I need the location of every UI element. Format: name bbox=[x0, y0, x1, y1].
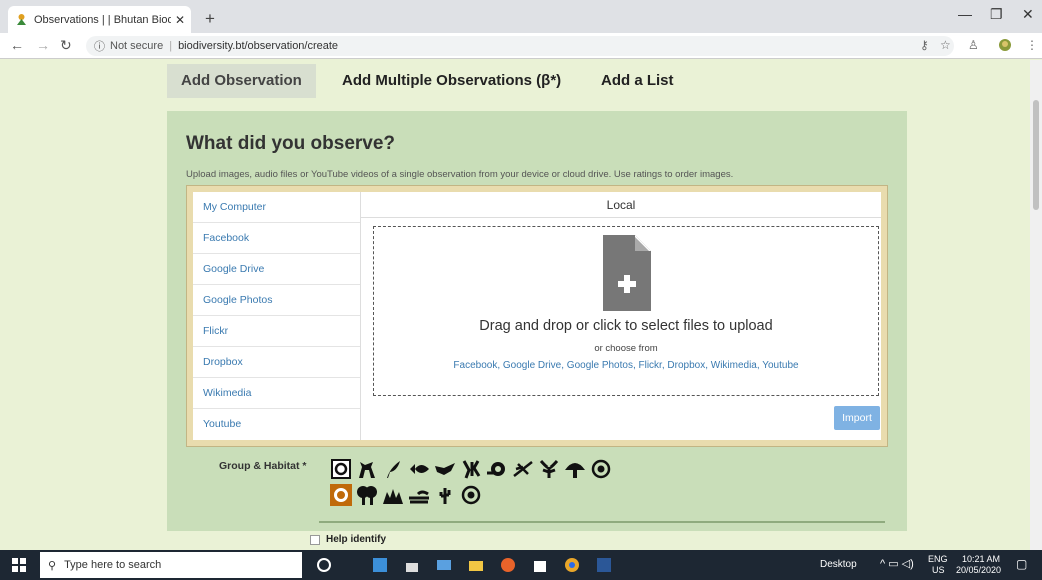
key-icon[interactable]: ⚷ bbox=[920, 38, 929, 52]
minimize-icon[interactable]: — bbox=[958, 6, 972, 22]
observation-panel: What did you observe? Upload images, aud… bbox=[167, 111, 907, 531]
url-text: biodiversity.bt/observation/create bbox=[178, 40, 339, 52]
help-identify-row[interactable]: Help identify bbox=[310, 534, 386, 545]
local-header: Local bbox=[361, 192, 881, 218]
group-habitat-selector bbox=[319, 453, 885, 523]
help-identify-label: Help identify bbox=[326, 534, 387, 545]
firefox-icon[interactable] bbox=[500, 557, 516, 573]
back-arrow-icon[interactable]: ← bbox=[10, 37, 24, 53]
fungi-icon[interactable] bbox=[563, 457, 587, 481]
store-bag-icon[interactable] bbox=[532, 557, 548, 573]
taskbar-search-placeholder: Type here to search bbox=[64, 559, 162, 571]
tab-close-icon[interactable]: ✕ bbox=[175, 13, 185, 27]
address-bar[interactable]: ⓘ Not secure | biodiversity.bt/observati… bbox=[86, 36, 954, 56]
cortana-icon[interactable] bbox=[316, 557, 332, 573]
notification-icon[interactable]: ▢ bbox=[1016, 557, 1027, 571]
source-google-drive[interactable]: Google Drive bbox=[193, 254, 360, 285]
dragonfly-icon[interactable] bbox=[511, 457, 535, 481]
clock-time[interactable]: 10:21 AM bbox=[962, 554, 1000, 564]
grassland-icon[interactable] bbox=[381, 483, 405, 507]
plant-icon[interactable] bbox=[381, 457, 405, 481]
extension-icon[interactable]: ♙ bbox=[968, 38, 979, 52]
panel-title: What did you observe? bbox=[186, 133, 396, 154]
clock-date[interactable]: 20/05/2020 bbox=[956, 565, 1001, 575]
all-icon[interactable] bbox=[329, 457, 353, 481]
system-tray-icons[interactable]: ^ ▭ ◁) bbox=[880, 557, 914, 570]
menu-dots-icon[interactable]: ⋮ bbox=[1026, 38, 1038, 52]
help-identify-checkbox[interactable] bbox=[310, 534, 320, 545]
mammal-icon[interactable] bbox=[355, 457, 379, 481]
habitat-icons bbox=[329, 483, 483, 507]
other-icon[interactable] bbox=[589, 457, 613, 481]
upload-widget: My Computer Facebook Google Drive Google… bbox=[186, 185, 888, 447]
import-button[interactable]: Import bbox=[834, 406, 880, 430]
group-icons bbox=[329, 457, 613, 481]
new-tab-button[interactable]: + bbox=[200, 9, 220, 29]
forest-icon[interactable] bbox=[355, 483, 379, 507]
tab-add-observation[interactable]: Add Observation bbox=[167, 64, 316, 98]
windows-taskbar: ⚲ Type here to search Desktop ^ ▭ ◁) ENG… bbox=[0, 550, 1042, 580]
insect-icon[interactable] bbox=[459, 457, 483, 481]
cloud-source-links[interactable]: Facebook, Google Drive, Google Photos, F… bbox=[374, 360, 878, 371]
bird-icon[interactable] bbox=[433, 457, 457, 481]
tab-title: Observations | | Bhutan Biodivers bbox=[34, 13, 171, 26]
address-toolbar: ← → ↻ ⓘ Not secure | biodiversity.bt/obs… bbox=[0, 33, 1042, 59]
browser-tab[interactable]: Observations | | Bhutan Biodivers ✕ bbox=[8, 6, 191, 33]
windows-start-icon[interactable] bbox=[12, 558, 26, 577]
source-facebook[interactable]: Facebook bbox=[193, 223, 360, 254]
file-add-icon bbox=[603, 235, 651, 316]
arthropod-icon[interactable] bbox=[537, 457, 561, 481]
source-wikimedia[interactable]: Wikimedia bbox=[193, 378, 360, 409]
drop-zone[interactable]: Drag and drop or click to select files t… bbox=[373, 226, 879, 396]
all-habitat-icon[interactable] bbox=[329, 483, 353, 507]
reload-icon[interactable]: ↻ bbox=[60, 37, 72, 54]
desert-icon[interactable] bbox=[433, 483, 457, 507]
fish-icon[interactable] bbox=[407, 457, 431, 481]
bookmark-star-icon[interactable]: ☆ bbox=[940, 38, 951, 52]
source-flickr[interactable]: Flickr bbox=[193, 316, 360, 347]
chrome-icon[interactable] bbox=[564, 557, 580, 573]
forward-arrow-icon[interactable]: → bbox=[36, 37, 50, 53]
security-label: Not secure bbox=[110, 40, 164, 52]
window-close-icon[interactable]: ✕ bbox=[1022, 6, 1034, 23]
search-icon: ⚲ bbox=[48, 559, 57, 572]
lang-us[interactable]: US bbox=[932, 565, 945, 575]
site-favicon-icon bbox=[14, 13, 28, 27]
scrollbar-thumb[interactable] bbox=[1033, 100, 1039, 210]
browser-tab-bar: Observations | | Bhutan Biodivers ✕ + — … bbox=[0, 0, 1042, 33]
source-google-photos[interactable]: Google Photos bbox=[193, 285, 360, 316]
other-habitat-icon[interactable] bbox=[459, 483, 483, 507]
source-dropbox[interactable]: Dropbox bbox=[193, 347, 360, 378]
desktop-label[interactable]: Desktop bbox=[820, 559, 857, 570]
file-explorer-icon[interactable] bbox=[468, 557, 484, 573]
source-list: My Computer Facebook Google Drive Google… bbox=[193, 192, 361, 440]
word-icon[interactable] bbox=[596, 557, 612, 573]
tab-add-multiple-observations[interactable]: Add Multiple Observations (β*) bbox=[328, 64, 575, 98]
network-app-icon[interactable] bbox=[404, 557, 420, 573]
panel-subtitle: Upload images, audio files or YouTube vi… bbox=[186, 169, 734, 180]
divider: | bbox=[169, 40, 173, 52]
group-habitat-label: Group & Habitat * bbox=[219, 460, 307, 472]
store-app-icon[interactable] bbox=[372, 557, 388, 573]
taskbar-search-box[interactable]: ⚲ Type here to search bbox=[40, 552, 302, 578]
lang-eng[interactable]: ENG bbox=[928, 554, 948, 564]
maximize-icon[interactable]: ❐ bbox=[990, 6, 1003, 23]
tab-add-a-list[interactable]: Add a List bbox=[587, 64, 688, 98]
profile-avatar-icon[interactable] bbox=[998, 38, 1012, 55]
mail-icon[interactable] bbox=[436, 557, 452, 573]
or-choose-text: or choose from bbox=[594, 343, 658, 354]
wetland-icon[interactable] bbox=[407, 483, 431, 507]
info-icon[interactable]: ⓘ bbox=[94, 38, 105, 54]
drop-zone-text: Drag and drop or click to select files t… bbox=[479, 318, 773, 334]
page-scrollbar[interactable] bbox=[1030, 60, 1042, 550]
source-youtube[interactable]: Youtube bbox=[193, 409, 360, 440]
mollusc-icon[interactable] bbox=[485, 457, 509, 481]
source-my-computer[interactable]: My Computer bbox=[193, 192, 360, 223]
